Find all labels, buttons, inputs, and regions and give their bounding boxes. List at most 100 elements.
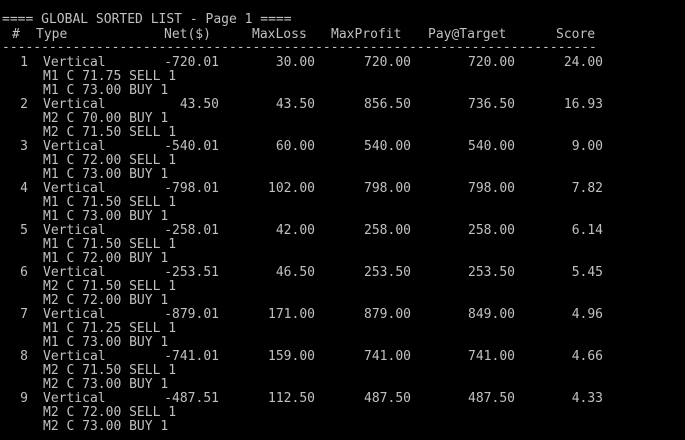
maxprofit-value: 741.00	[364, 349, 411, 364]
pay-at-target-value: 253.50	[468, 265, 515, 280]
header-type: Type	[36, 27, 68, 42]
maxloss-value: 112.50	[268, 391, 315, 406]
leg-line: M1 C 71.25 SELL 1	[0, 322, 685, 336]
option-leg: M2 C 73.00 BUY 1	[43, 419, 169, 434]
strategy-type: Vertical	[43, 223, 106, 238]
maxloss-value: 30.00	[275, 55, 315, 70]
maxloss-value: 159.00	[268, 349, 315, 364]
strategy-type: Vertical	[43, 265, 106, 280]
header-line: # Type Net($) MaxLoss MaxProfit Pay@Targ…	[0, 27, 595, 42]
pay-at-target-value: 736.50	[468, 97, 515, 112]
maxloss-value: 60.00	[275, 139, 315, 154]
option-leg: M2 C 71.50 SELL 1	[43, 363, 177, 378]
leg-line: M2 C 71.50 SELL 1	[0, 126, 685, 140]
leg-line: M1 C 73.00 BUY 1	[0, 336, 685, 350]
row-number: 1	[20, 55, 28, 70]
maxprofit-value: 856.50	[364, 97, 411, 112]
pay-at-target-value: 741.00	[468, 349, 515, 364]
row-number: 2	[20, 97, 28, 112]
net-value: -741.01	[164, 349, 219, 364]
strategy-type: Vertical	[43, 307, 106, 322]
table-row: Vertical 5 -258.01 42.00 258.00 258.00 6.14	[0, 224, 685, 238]
option-leg: M1 C 71.25 SELL 1	[43, 321, 177, 336]
leg-line: M2 C 72.00 BUY 1	[0, 294, 685, 308]
separator-rule: ----------------------------------------…	[2, 41, 598, 55]
header-maxloss: MaxLoss	[252, 27, 307, 42]
pay-at-target-value: 720.00	[468, 55, 515, 70]
terminal-window: ==== GLOBAL SORTED LIST - Page 1 ==== # …	[0, 0, 685, 440]
table-row: Vertical 4 -798.01 102.00 798.00 798.00 7.82	[0, 182, 685, 196]
leg-line: M2 C 72.00 SELL 1	[0, 406, 685, 420]
strategy-type: Vertical	[43, 55, 106, 70]
leg-line: M2 C 70.00 BUY 1	[0, 112, 685, 126]
score-value: 24.00	[563, 55, 603, 70]
table-row: Vertical 3 -540.01 60.00 540.00 540.00 9.00	[0, 140, 685, 154]
leg-line: M2 C 73.00 BUY 1	[0, 420, 685, 434]
strategy-type: Vertical	[43, 97, 106, 112]
option-leg: M2 C 71.50 SELL 1	[43, 125, 177, 140]
net-value: -540.01	[164, 139, 219, 154]
score-value: 4.66	[571, 349, 603, 364]
score-value: 5.45	[571, 265, 603, 280]
option-leg: M2 C 72.00 SELL 1	[43, 405, 177, 420]
header-score: Score	[556, 27, 596, 42]
option-leg: M1 C 73.00 BUY 1	[43, 167, 169, 182]
strategy-type: Vertical	[43, 349, 106, 364]
maxprofit-value: 879.00	[364, 307, 411, 322]
leg-line: M1 C 73.00 BUY 1	[0, 168, 685, 182]
table-row: Vertical 1 -720.01 30.00 720.00 720.00 24.00	[0, 56, 685, 70]
header-pay-at-target: Pay@Target	[428, 27, 507, 42]
option-leg: M2 C 73.00 BUY 1	[43, 377, 169, 392]
table-row: Vertical 7 -879.01 171.00 879.00 849.00 4.96	[0, 308, 685, 322]
score-value: 6.14	[571, 223, 603, 238]
row-number: 5	[20, 223, 28, 238]
net-value: -487.51	[164, 391, 219, 406]
leg-line: M1 C 71.50 SELL 1	[0, 238, 685, 252]
option-leg: M2 C 72.00 BUY 1	[43, 293, 169, 308]
header-num: #	[12, 27, 20, 42]
maxprofit-value: 487.50	[364, 391, 411, 406]
table-row: Vertical 6 -253.51 46.50 253.50 253.50 5.45	[0, 266, 685, 280]
row-number: 8	[20, 349, 28, 364]
maxloss-value: 102.00	[268, 181, 315, 196]
page-title: ==== GLOBAL SORTED LIST - Page 1 ====	[2, 12, 292, 27]
leg-line: M1 C 73.00 BUY 1	[0, 84, 685, 98]
score-value: 9.00	[571, 139, 603, 154]
header-separator: ----------------------------------------…	[0, 41, 685, 55]
strategy-type: Vertical	[43, 139, 106, 154]
maxprofit-value: 258.00	[364, 223, 411, 238]
option-leg: M1 C 71.50 SELL 1	[43, 195, 177, 210]
header-maxprofit: MaxProfit	[331, 27, 402, 42]
option-leg: M2 C 71.50 SELL 1	[43, 279, 177, 294]
option-leg: M1 C 71.50 SELL 1	[43, 237, 177, 252]
maxloss-value: 43.50	[275, 97, 315, 112]
leg-line: M2 C 71.50 SELL 1	[0, 364, 685, 378]
row-number: 6	[20, 265, 28, 280]
net-value: -720.01	[164, 55, 219, 70]
leg-line: M1 C 72.00 SELL 1	[0, 154, 685, 168]
leg-line: M1 C 72.00 BUY 1	[0, 252, 685, 266]
row-number: 4	[20, 181, 28, 196]
score-value: 4.33	[571, 391, 603, 406]
option-leg: M1 C 73.00 BUY 1	[43, 209, 169, 224]
leg-line: M2 C 73.00 BUY 1	[0, 378, 685, 392]
score-value: 7.82	[571, 181, 603, 196]
leg-line: M1 C 71.50 SELL 1	[0, 196, 685, 210]
strategy-type: Vertical	[43, 391, 106, 406]
maxprofit-value: 253.50	[364, 265, 411, 280]
net-value: -879.01	[164, 307, 219, 322]
score-value: 4.96	[571, 307, 603, 322]
pay-at-target-value: 849.00	[468, 307, 515, 322]
row-number: 9	[20, 391, 28, 406]
pay-at-target-value: 258.00	[468, 223, 515, 238]
option-leg: M1 C 72.00 BUY 1	[43, 251, 169, 266]
option-leg: M1 C 73.00 BUY 1	[43, 335, 169, 350]
maxloss-value: 42.00	[275, 223, 315, 238]
net-value: -258.01	[164, 223, 219, 238]
leg-line: M1 C 71.75 SELL 1	[0, 70, 685, 84]
pay-at-target-value: 798.00	[468, 181, 515, 196]
maxprofit-value: 540.00	[364, 139, 411, 154]
maxprofit-value: 720.00	[364, 55, 411, 70]
row-number: 7	[20, 307, 28, 322]
option-leg: M1 C 72.00 SELL 1	[43, 153, 177, 168]
